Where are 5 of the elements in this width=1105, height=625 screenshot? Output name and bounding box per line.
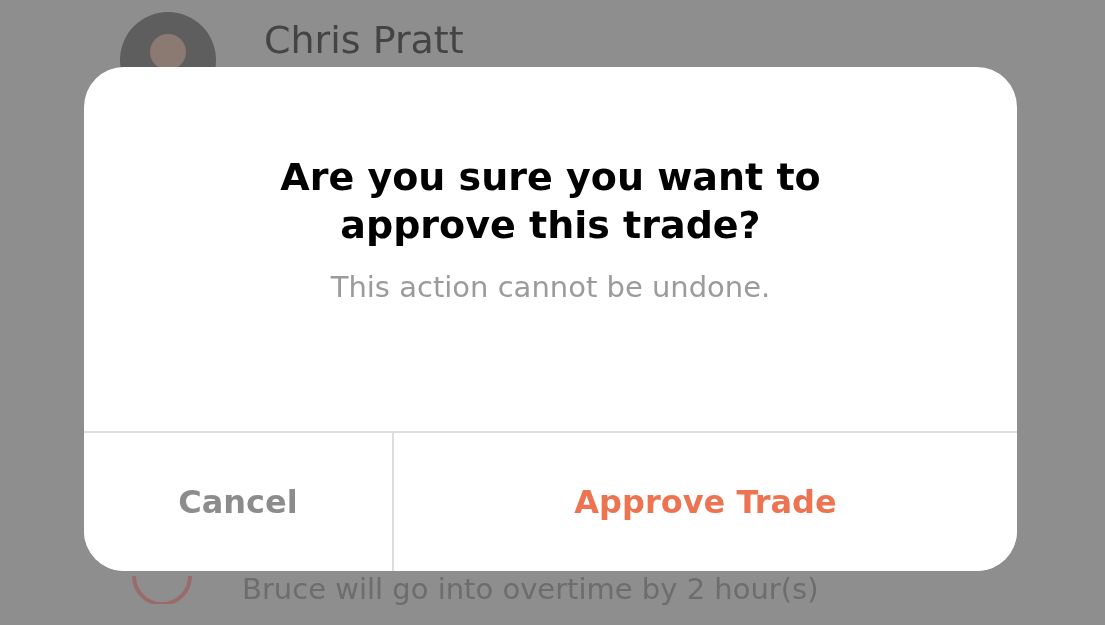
status-ring-icon <box>130 574 194 605</box>
cancel-button[interactable]: Cancel <box>84 433 394 571</box>
contact-name: Chris Pratt <box>264 17 464 64</box>
dialog-message: This action cannot be undone. <box>330 268 771 306</box>
dialog-title: Are you sure you want to approve this trade? <box>279 154 822 250</box>
